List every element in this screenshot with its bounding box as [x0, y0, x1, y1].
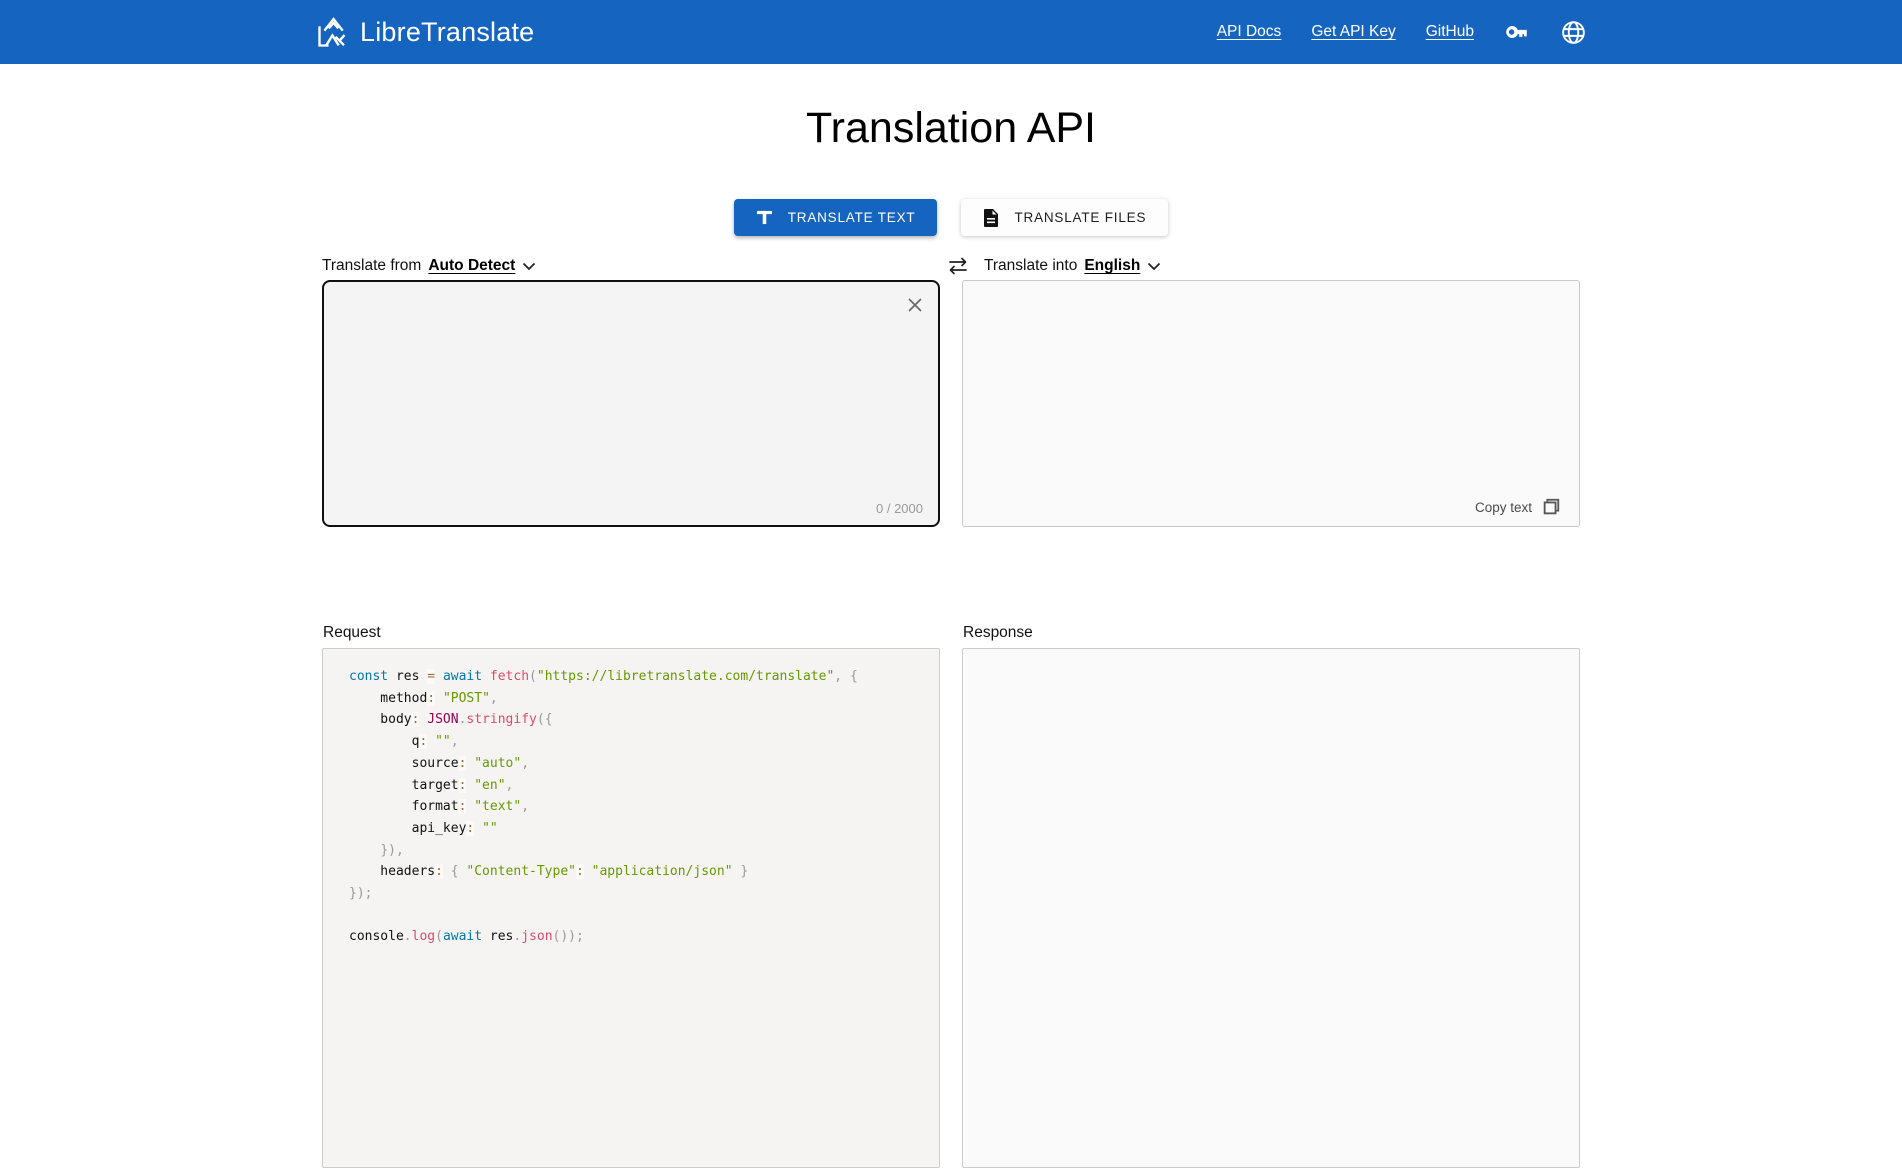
text-icon [756, 210, 773, 225]
copy-text-label: Copy text [1475, 500, 1532, 515]
ui-language-button[interactable] [1560, 19, 1587, 46]
translate-from-label: Translate from [322, 257, 421, 275]
tab-translate-files-label: TRANSLATE FILES [1014, 210, 1146, 225]
source-text-box: 0 / 2000 [322, 280, 940, 527]
language-selector-row: Translate from Auto Detect Translate int… [322, 255, 1580, 277]
key-icon [1504, 19, 1530, 45]
brand-link[interactable]: LibreTranslate [315, 14, 534, 50]
globe-icon [1560, 19, 1587, 46]
translate-boxes-row: 0 / 2000 Copy text [322, 280, 1580, 527]
nav-link-github[interactable]: GitHub [1426, 23, 1474, 41]
document-icon [983, 209, 999, 227]
response-col: Response [962, 624, 1580, 1168]
response-label: Response [963, 624, 1580, 642]
brand-text: LibreTranslate [360, 17, 534, 48]
source-language-col: Translate from Auto Detect [322, 255, 940, 277]
tab-translate-files[interactable]: TRANSLATE FILES [961, 199, 1168, 236]
source-language-dropdown[interactable]: Auto Detect [428, 257, 536, 275]
request-label: Request [323, 624, 940, 642]
tab-translate-text-label: TRANSLATE TEXT [788, 210, 916, 225]
api-key-button[interactable] [1504, 19, 1530, 45]
target-language-col: Translate into English [962, 255, 1580, 277]
source-text-input[interactable] [324, 282, 938, 477]
copy-text-button[interactable]: Copy text [1469, 496, 1567, 518]
nav-links: API Docs Get API Key GitHub [1217, 19, 1587, 46]
char-counter: 0 / 2000 [876, 501, 923, 516]
navbar: LibreTranslate API Docs Get API Key GitH… [0, 0, 1902, 64]
mode-tabs: TRANSLATE TEXT TRANSLATE FILES [0, 199, 1902, 236]
close-icon [905, 295, 925, 315]
chevron-down-icon [522, 262, 536, 271]
nav-link-api-docs[interactable]: API Docs [1217, 23, 1282, 41]
request-col: Request const res = await fetch("https:/… [322, 624, 940, 1168]
translate-into-label: Translate into [984, 257, 1077, 275]
source-language-value: Auto Detect [428, 257, 515, 275]
navbar-inner: LibreTranslate API Docs Get API Key GitH… [315, 0, 1587, 64]
tab-translate-text[interactable]: TRANSLATE TEXT [734, 199, 938, 236]
response-output [962, 648, 1580, 1168]
code-section: Request const res = await fetch("https:/… [322, 624, 1580, 1168]
swap-languages-button[interactable] [946, 255, 970, 277]
page-title: Translation API [0, 104, 1902, 153]
translate-panels: Translate from Auto Detect Translate int… [322, 255, 1580, 527]
clear-text-button[interactable] [905, 295, 925, 315]
request-code: const res = await fetch("https://libretr… [322, 648, 940, 1168]
chevron-down-icon [1147, 262, 1161, 271]
target-language-dropdown[interactable]: English [1084, 257, 1161, 275]
target-text-box: Copy text [962, 280, 1580, 527]
swap-arrows-icon [946, 255, 970, 277]
libretranslate-logo-icon [315, 14, 351, 50]
copy-icon [1541, 497, 1561, 517]
nav-link-get-api-key[interactable]: Get API Key [1311, 23, 1395, 41]
target-language-value: English [1084, 257, 1140, 275]
